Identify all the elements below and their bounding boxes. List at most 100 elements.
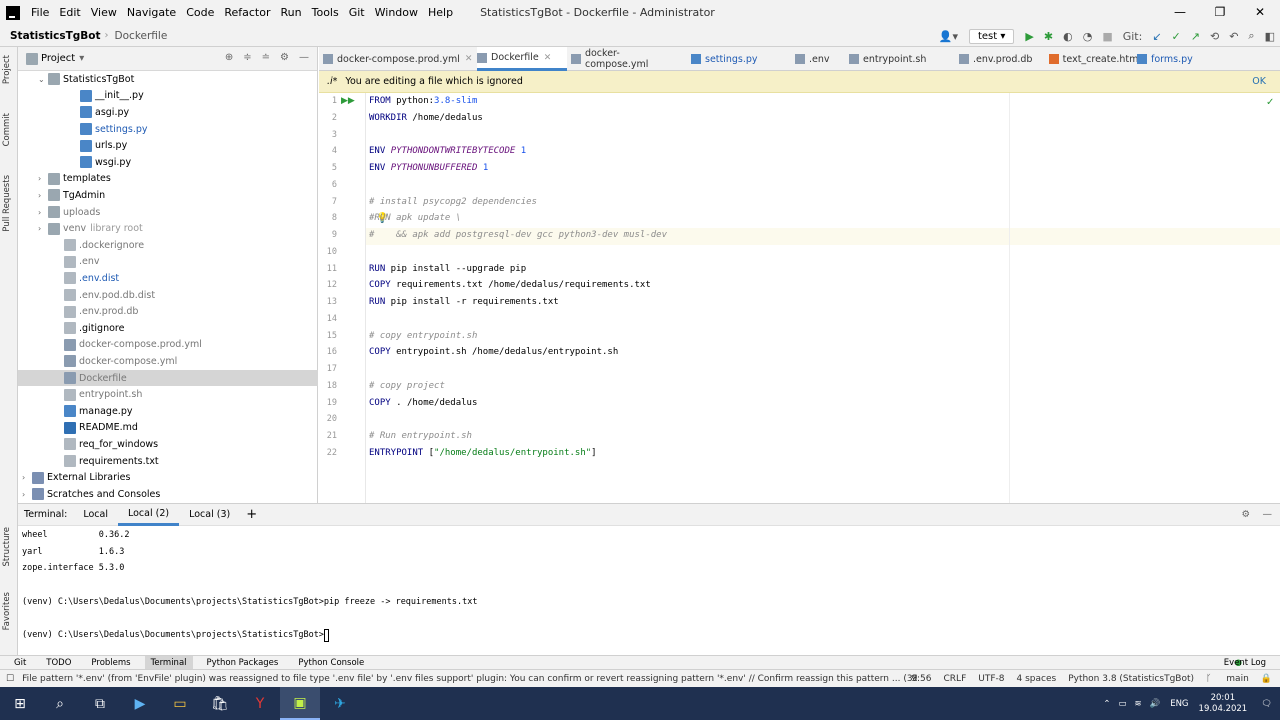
status-square-icon[interactable]: ☐: [6, 674, 14, 684]
menu-item-code[interactable]: Code: [181, 6, 219, 19]
tree-item[interactable]: › Scratches and Consoles: [18, 486, 318, 503]
git-push-icon[interactable]: ↗: [1191, 30, 1200, 43]
run-gutter-icon[interactable]: ▶▶: [341, 96, 355, 106]
minimize-icon[interactable]: —: [1160, 0, 1200, 25]
breadcrumb-file[interactable]: Dockerfile: [115, 30, 168, 42]
code-line[interactable]: COPY . /home/dedalus: [369, 398, 477, 408]
event-log-button[interactable]: Event Log: [1224, 658, 1266, 668]
strip-tab-pull-requests[interactable]: Pull Requests: [2, 175, 12, 232]
code-line[interactable]: RUN pip install --upgrade pip: [369, 264, 526, 274]
code-line[interactable]: # && apk add postgresql-dev gcc python3-…: [369, 230, 667, 240]
code-line[interactable]: WORKDIR /home/dedalus: [369, 113, 483, 123]
store-icon[interactable]: 🛍: [200, 687, 240, 720]
code-line[interactable]: ENTRYPOINT ["/home/dedalus/entrypoint.sh…: [369, 448, 597, 458]
editor-tab[interactable]: Dockerfile ✕: [477, 47, 567, 71]
chevron-down-icon[interactable]: ▾: [79, 53, 84, 64]
chevron-right-icon[interactable]: ›: [22, 473, 32, 482]
tree-item[interactable]: settings.py: [18, 121, 318, 138]
editor-tab[interactable]: text_create.html: [1049, 47, 1141, 71]
tree-item[interactable]: wsgi.py: [18, 154, 318, 171]
chevron-right-icon[interactable]: ›: [38, 191, 48, 200]
yandex-browser-icon[interactable]: Y: [240, 687, 280, 720]
tree-item[interactable]: › templates: [18, 171, 318, 188]
coverage-icon[interactable]: ◐: [1063, 30, 1073, 43]
toolwin-git[interactable]: Git: [8, 656, 32, 670]
code-line[interactable]: ENV PYTHONDONTWRITEBYTECODE 1: [369, 146, 526, 156]
menu-item-run[interactable]: Run: [276, 6, 307, 19]
menu-item-file[interactable]: File: [26, 6, 54, 19]
task-view-icon[interactable]: ⧉: [80, 687, 120, 720]
tree-item[interactable]: manage.py: [18, 403, 318, 420]
inspection-ok-icon[interactable]: ✓: [1266, 97, 1274, 108]
tree-item[interactable]: .env.pod.db.dist: [18, 287, 318, 304]
menu-item-view[interactable]: View: [86, 6, 122, 19]
breadcrumb-project[interactable]: StatisticsTgBot: [10, 30, 101, 42]
tree-item[interactable]: .gitignore: [18, 320, 318, 337]
strip-tab-commit[interactable]: Commit: [2, 113, 12, 146]
toolwin-todo[interactable]: TODO: [40, 656, 77, 670]
menu-item-help[interactable]: Help: [423, 6, 458, 19]
project-title[interactable]: Project: [41, 53, 75, 64]
hide-icon[interactable]: —: [1263, 509, 1273, 520]
editor-tab[interactable]: docker-compose.prod.yml ✕: [323, 47, 473, 71]
editor-tab[interactable]: settings.py: [691, 47, 777, 71]
tree-item[interactable]: › TgAdmin: [18, 187, 318, 204]
close-tab-icon[interactable]: ✕: [544, 53, 552, 63]
hide-icon[interactable]: —: [299, 52, 309, 63]
close-icon[interactable]: ✕: [1240, 0, 1280, 25]
tree-item[interactable]: › venv library root: [18, 220, 318, 237]
volume-icon[interactable]: 🔊: [1150, 699, 1161, 709]
collapse-all-icon[interactable]: ≐: [262, 52, 270, 63]
chevron-right-icon[interactable]: ›: [38, 208, 48, 217]
menu-item-refactor[interactable]: Refactor: [219, 6, 275, 19]
run-icon[interactable]: ▶: [1025, 30, 1033, 43]
stop-icon[interactable]: ■: [1102, 30, 1112, 43]
toolwin-terminal[interactable]: Terminal: [144, 655, 193, 670]
powershell-icon[interactable]: ▶: [120, 687, 160, 720]
file-explorer-icon[interactable]: ▭: [160, 687, 200, 720]
debug-icon[interactable]: ✱: [1044, 30, 1053, 43]
git-commit-icon[interactable]: ✓: [1172, 30, 1181, 43]
terminal-tab-local[interactable]: Local: [73, 504, 118, 526]
locate-icon[interactable]: ⊕: [225, 52, 233, 63]
terminal-tab-local-3[interactable]: Local (3): [179, 504, 240, 526]
run-config-select[interactable]: test ▾: [968, 28, 1015, 44]
battery-icon[interactable]: ▭: [1118, 699, 1126, 709]
tree-item[interactable]: .dockerignore: [18, 237, 318, 254]
menu-item-navigate[interactable]: Navigate: [122, 6, 181, 19]
tree-item[interactable]: ⌄ StatisticsTgBot: [18, 71, 318, 88]
toolwin-problems[interactable]: Problems: [85, 656, 136, 670]
chevron-right-icon[interactable]: ›: [38, 174, 48, 183]
menu-item-window[interactable]: Window: [370, 6, 423, 19]
code-line[interactable]: COPY entrypoint.sh /home/dedalus/entrypo…: [369, 347, 618, 357]
toolwin-python-console[interactable]: Python Console: [292, 656, 370, 670]
ide-logo-icon[interactable]: ◧: [1265, 30, 1275, 43]
add-terminal-icon[interactable]: +: [240, 507, 263, 522]
banner-ok-button[interactable]: OK: [1252, 76, 1266, 87]
tree-item[interactable]: › uploads: [18, 204, 318, 221]
menu-item-edit[interactable]: Edit: [54, 6, 85, 19]
tree-item[interactable]: urls.py: [18, 137, 318, 154]
editor-tab[interactable]: .env.prod.db: [959, 47, 1043, 71]
tree-item[interactable]: Dockerfile: [18, 369, 318, 387]
tree-item[interactable]: __init__.py: [18, 88, 318, 105]
chevron-right-icon[interactable]: ›: [22, 490, 32, 499]
chevron-right-icon[interactable]: ›: [38, 224, 48, 233]
editor-tab[interactable]: docker-compose.yml: [571, 47, 683, 71]
toolwin-python-packages[interactable]: Python Packages: [201, 656, 285, 670]
language-indicator[interactable]: ENG: [1170, 699, 1188, 709]
terminal-tab-local-2[interactable]: Local (2): [117, 504, 180, 526]
maximize-icon[interactable]: ❐: [1200, 0, 1240, 25]
editor-tab[interactable]: entrypoint.sh: [849, 47, 943, 71]
telegram-icon[interactable]: ✈: [320, 687, 360, 720]
tree-item[interactable]: asgi.py: [18, 104, 318, 121]
search-icon[interactable]: ⌕: [40, 687, 80, 720]
file-encoding[interactable]: UTF-8: [978, 674, 1004, 684]
gear-icon[interactable]: ⚙: [280, 52, 289, 63]
lock-icon[interactable]: 🔒: [1261, 674, 1272, 684]
tree-item[interactable]: entrypoint.sh: [18, 386, 318, 403]
tree-item[interactable]: requirements.txt: [18, 453, 318, 470]
strip-tab-structure[interactable]: Structure: [2, 527, 12, 567]
tree-item[interactable]: .env.prod.db: [18, 303, 318, 320]
search-icon[interactable]: ⌕: [1248, 29, 1254, 43]
